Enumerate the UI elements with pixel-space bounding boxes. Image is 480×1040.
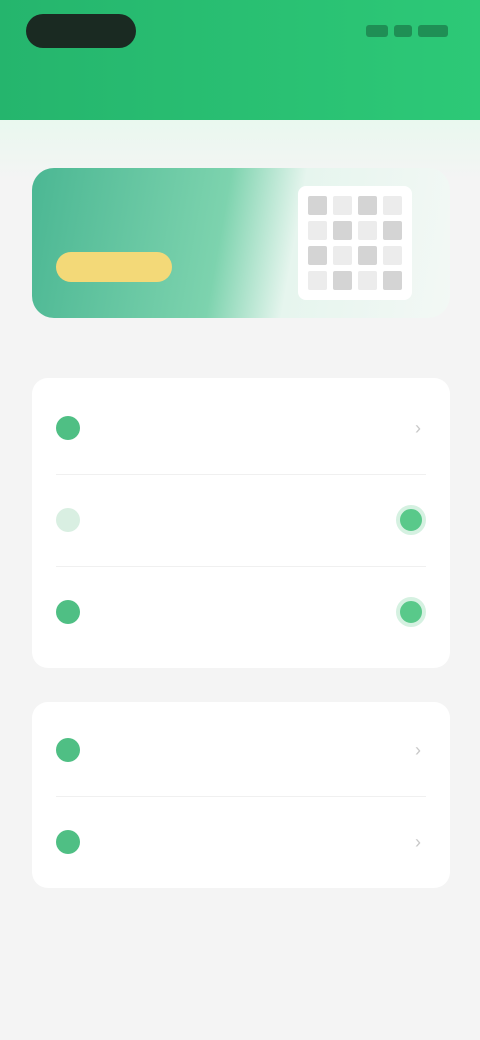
setting-dot-icon — [56, 600, 80, 624]
promo-banner[interactable] — [32, 168, 450, 318]
setting-dot-icon — [56, 830, 80, 854]
toggle-switch[interactable] — [396, 505, 426, 535]
signal-icon — [366, 25, 388, 37]
section2-row-2[interactable]: › — [32, 796, 450, 888]
chevron-right-icon: › — [415, 831, 421, 852]
setting-dot-icon — [56, 738, 80, 762]
chevron-right-icon: › — [415, 739, 421, 760]
setting-dot-icon — [56, 416, 80, 440]
section2-card: › › — [32, 702, 450, 888]
chevron-right-icon: › — [415, 417, 421, 438]
settings-row-1[interactable]: › — [32, 382, 450, 474]
section2-row-1[interactable]: › — [32, 704, 450, 796]
setting-dot-icon — [56, 508, 80, 532]
settings-card: › — [32, 378, 450, 668]
qr-code-icon — [298, 186, 412, 300]
battery-icon — [418, 25, 448, 37]
settings-row-2[interactable] — [32, 474, 450, 566]
status-bar-pill — [26, 14, 136, 48]
banner-action-button[interactable] — [56, 252, 172, 282]
wifi-icon — [394, 25, 412, 37]
status-icons — [356, 22, 448, 40]
settings-row-3[interactable] — [32, 566, 450, 658]
app-header — [0, 0, 480, 132]
toggle-switch[interactable] — [396, 597, 426, 627]
